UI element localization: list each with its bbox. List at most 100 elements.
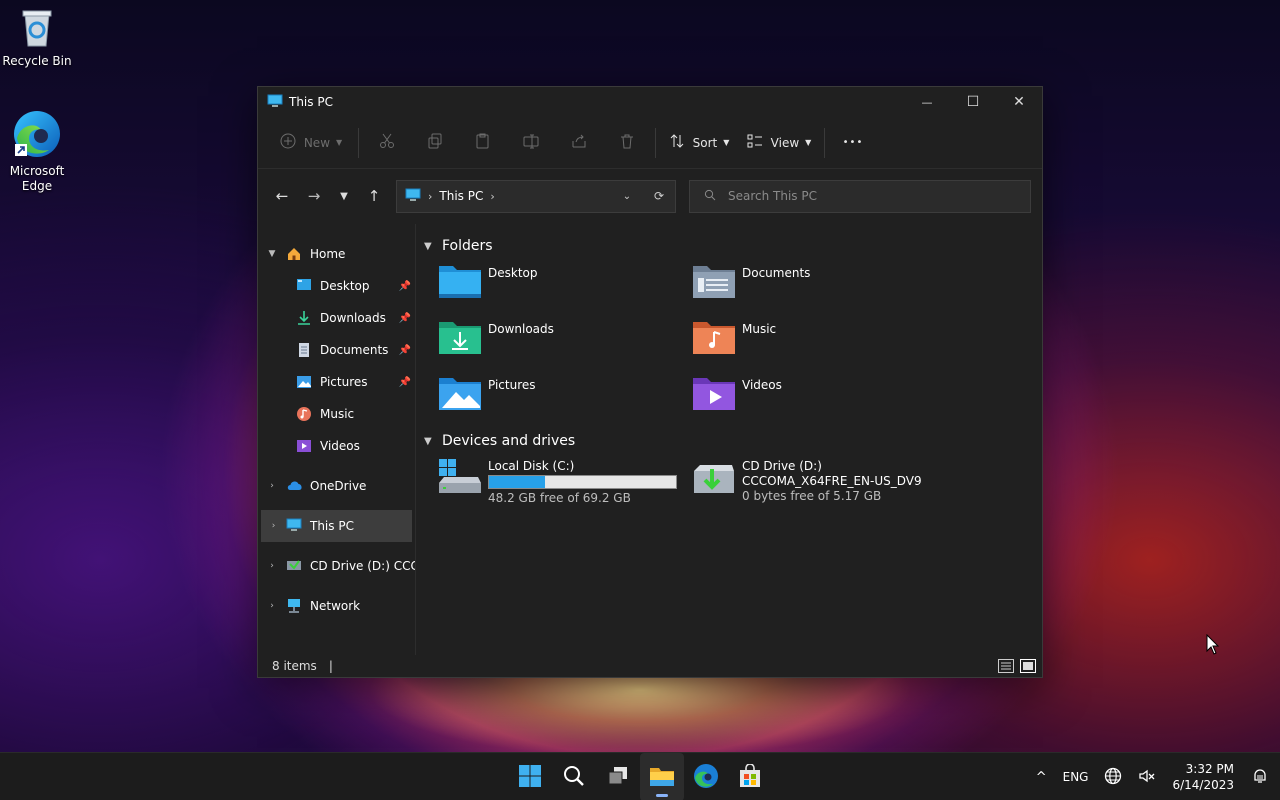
- show-hidden-icons-button[interactable]: ^: [1028, 770, 1055, 785]
- desktop-icon-label: Recycle Bin: [2, 54, 72, 68]
- separator: [358, 127, 359, 158]
- pin-icon[interactable]: 📌: [399, 313, 411, 324]
- sidebar-item-music[interactable]: Music: [258, 398, 415, 430]
- clock-date: 6/14/2023: [1172, 778, 1234, 792]
- chevron-down-icon: ▼: [723, 138, 730, 147]
- folder-music[interactable]: Music: [692, 316, 946, 372]
- sidebar-item-onedrive[interactable]: › OneDrive: [258, 470, 415, 502]
- chevron-right-icon: ›: [428, 189, 433, 203]
- chevron-right-icon[interactable]: ›: [261, 521, 286, 531]
- folder-name: Documents: [742, 266, 811, 280]
- start-button[interactable]: [508, 753, 552, 800]
- sidebar-item-cd-drive[interactable]: › CD Drive (D:) CCCO: [258, 550, 415, 582]
- cut-button[interactable]: [363, 127, 411, 159]
- folder-downloads[interactable]: Downloads: [438, 316, 692, 372]
- share-button[interactable]: [555, 127, 603, 159]
- edge-taskbar-button[interactable]: [684, 753, 728, 800]
- pin-icon[interactable]: 📌: [399, 377, 411, 388]
- folder-pictures[interactable]: Pictures: [438, 372, 692, 428]
- maximize-button[interactable]: ☐: [950, 87, 996, 117]
- sidebar-item-desktop[interactable]: Desktop 📌: [258, 270, 415, 302]
- see-more-button[interactable]: •••: [829, 127, 877, 159]
- breadcrumb-this-pc[interactable]: This PC: [439, 189, 483, 203]
- copy-button[interactable]: [411, 127, 459, 159]
- this-pc-icon: [267, 94, 283, 111]
- network-icon: [286, 598, 304, 614]
- large-icons-view-icon[interactable]: [1020, 659, 1036, 673]
- separator: [824, 127, 825, 158]
- view-button[interactable]: View ▼: [738, 127, 820, 159]
- devices-section-header[interactable]: ▼ Devices and drives: [424, 427, 1042, 455]
- section-title: Devices and drives: [442, 433, 576, 449]
- close-button[interactable]: ✕: [996, 87, 1042, 117]
- downloads-folder-icon: [438, 316, 482, 356]
- sidebar-item-documents[interactable]: Documents 📌: [258, 334, 415, 366]
- network-globe-icon[interactable]: [1096, 767, 1130, 788]
- desktop-icon-label: Microsoft: [9, 164, 65, 178]
- music-folder-icon: [692, 316, 736, 356]
- chevron-down-icon[interactable]: ▼: [258, 249, 286, 259]
- title-bar[interactable]: This PC — ☐ ✕: [258, 87, 1042, 117]
- folder-documents[interactable]: Documents: [692, 260, 946, 316]
- status-bar: 8 items |: [258, 655, 1042, 677]
- delete-button[interactable]: [603, 127, 651, 159]
- desktop-icon-microsoft-edge[interactable]: Microsoft Edge: [0, 108, 74, 194]
- search-box[interactable]: [689, 179, 1031, 213]
- sidebar-item-label: This PC: [310, 519, 354, 533]
- task-view-icon: [607, 765, 629, 790]
- view-list-icon: [747, 133, 763, 152]
- up-button[interactable]: ↑: [358, 180, 390, 212]
- search-input[interactable]: [728, 189, 1008, 203]
- notification-bell-icon[interactable]: [1244, 768, 1280, 787]
- hard-drive-icon: [438, 457, 482, 501]
- folders-section-header[interactable]: ▼ Folders: [424, 232, 1042, 260]
- sidebar-item-this-pc[interactable]: › This PC: [261, 510, 412, 542]
- this-pc-icon: [286, 518, 304, 534]
- back-button[interactable]: ←: [266, 180, 298, 212]
- videos-folder-icon: [692, 372, 736, 412]
- chevron-right-icon[interactable]: ›: [258, 481, 286, 491]
- file-explorer-taskbar-button[interactable]: [640, 753, 684, 800]
- item-count: 8 items: [272, 659, 317, 673]
- volume-muted-icon[interactable]: [1130, 767, 1164, 788]
- store-taskbar-button[interactable]: [728, 753, 772, 800]
- paste-button[interactable]: [459, 127, 507, 159]
- sidebar-item-videos[interactable]: Videos: [258, 430, 415, 462]
- minimize-button[interactable]: —: [904, 87, 950, 117]
- sidebar-item-network[interactable]: › Network: [258, 590, 415, 622]
- refresh-icon[interactable]: ⟳: [643, 189, 675, 203]
- drive-label: CCCOMA_X64FRE_EN-US_DV9: [742, 474, 922, 488]
- sidebar-item-downloads[interactable]: Downloads 📌: [258, 302, 415, 334]
- details-view-icon[interactable]: [998, 659, 1014, 673]
- rename-button[interactable]: [507, 127, 555, 159]
- chevron-down-icon: ▼: [805, 138, 812, 147]
- clock[interactable]: 3:32 PM 6/14/2023: [1164, 761, 1244, 793]
- chevron-right-icon[interactable]: ›: [490, 190, 494, 203]
- this-pc-icon: [405, 188, 421, 205]
- folder-videos[interactable]: Videos: [692, 372, 946, 428]
- pin-icon[interactable]: 📌: [399, 281, 411, 292]
- input-language-indicator[interactable]: ENG: [1055, 770, 1097, 784]
- chevron-down-icon: ▼: [336, 138, 343, 147]
- sort-button[interactable]: Sort ▼: [660, 127, 738, 159]
- drive-free-space: 0 bytes free of 5.17 GB: [742, 489, 882, 503]
- sidebar-item-label: Desktop: [320, 279, 370, 293]
- forward-button[interactable]: →: [298, 180, 330, 212]
- folder-desktop[interactable]: Desktop: [438, 260, 692, 316]
- pin-icon[interactable]: 📌: [399, 345, 411, 356]
- new-button[interactable]: New ▼: [268, 127, 354, 159]
- chevron-right-icon[interactable]: ›: [258, 561, 286, 571]
- address-history-chevron-icon[interactable]: ⌄: [611, 191, 643, 202]
- sidebar-item-home[interactable]: ▼ Home: [258, 238, 415, 270]
- search-button[interactable]: [552, 753, 596, 800]
- recent-locations-button[interactable]: ▼: [330, 180, 358, 212]
- file-explorer-window: This PC — ☐ ✕ New ▼ Sort ▼ View ▼ ••• ← …: [257, 86, 1043, 678]
- task-view-button[interactable]: [596, 753, 640, 800]
- music-icon: [296, 406, 314, 422]
- sidebar-item-pictures[interactable]: Pictures 📌: [258, 366, 415, 398]
- drive-local-disk-c[interactable]: Local Disk (C:) 48.2 GB free of 69.2 GB: [438, 455, 692, 511]
- chevron-right-icon[interactable]: ›: [258, 601, 286, 611]
- address-bar[interactable]: › This PC › ⌄ ⟳: [396, 179, 676, 213]
- desktop-icon-recycle-bin[interactable]: Recycle Bin: [0, 6, 74, 69]
- drive-cd-d[interactable]: CD Drive (D:) CCCOMA_X64FRE_EN-US_DV9 0 …: [692, 455, 946, 511]
